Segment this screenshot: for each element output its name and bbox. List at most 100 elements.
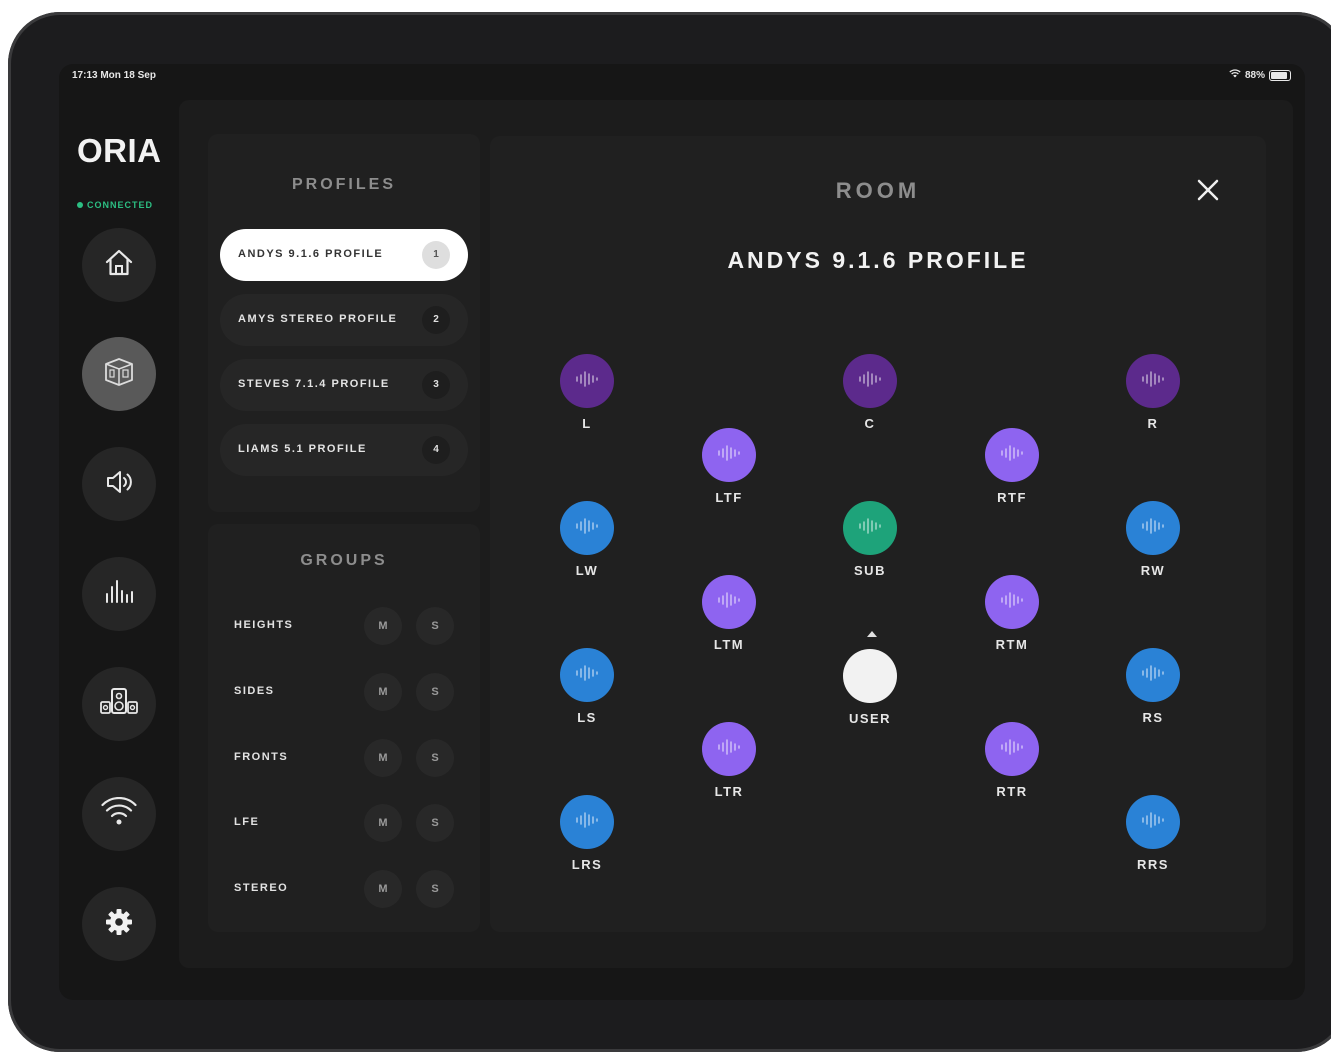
- speaker-button[interactable]: [1126, 795, 1180, 849]
- speaker-button[interactable]: [560, 795, 614, 849]
- group-row: HEIGHTS M S: [234, 606, 464, 646]
- group-solo-button[interactable]: S: [416, 804, 454, 842]
- speaker-ls[interactable]: LS: [547, 648, 627, 732]
- group-solo-button[interactable]: S: [416, 607, 454, 645]
- speaker-button[interactable]: [702, 722, 756, 776]
- speaker-button[interactable]: [560, 501, 614, 555]
- waveform-icon: [574, 810, 600, 835]
- room-profile-name: ANDYS 9.1.6 PROFILE: [727, 247, 1029, 273]
- speaker-volume-icon: [102, 465, 136, 504]
- group-name: SIDES: [234, 685, 275, 697]
- group-mute-button[interactable]: M: [364, 804, 402, 842]
- battery-icon: [1269, 69, 1291, 81]
- speaker-c[interactable]: C: [830, 354, 910, 438]
- connection-status-label: CONNECTED: [87, 200, 154, 210]
- speaker-lrs[interactable]: LRS: [547, 795, 627, 879]
- speaker-button[interactable]: [985, 575, 1039, 629]
- group-name: HEIGHTS: [234, 619, 294, 631]
- equalizer-bars-icon: [102, 575, 136, 614]
- speaker-rw[interactable]: RW: [1113, 501, 1193, 585]
- speaker-rs[interactable]: RS: [1113, 648, 1193, 732]
- profile-number-badge: 3: [422, 371, 450, 399]
- group-name: LFE: [234, 816, 260, 828]
- group-mute-button[interactable]: M: [364, 607, 402, 645]
- speaker-ltr[interactable]: LTR: [689, 722, 769, 806]
- group-mute-button[interactable]: M: [364, 673, 402, 711]
- group-name: STEREO: [234, 882, 289, 894]
- speaker-label: LW: [575, 563, 599, 578]
- speaker-button[interactable]: [843, 354, 897, 408]
- profile-item[interactable]: ANDYS 9.1.6 PROFILE 1: [220, 229, 468, 281]
- speaker-label: LRS: [571, 857, 603, 872]
- speaker-button[interactable]: [843, 501, 897, 555]
- speaker-button[interactable]: [702, 575, 756, 629]
- nav-room-button[interactable]: [82, 337, 156, 411]
- battery-percent: 88%: [1244, 69, 1265, 81]
- close-button[interactable]: [1192, 174, 1224, 206]
- user-direction-caret: [867, 631, 877, 637]
- nav-home-button[interactable]: [82, 228, 156, 302]
- profile-item[interactable]: LIAMS 5.1 PROFILE 4: [220, 424, 468, 476]
- speaker-button[interactable]: [560, 648, 614, 702]
- room-cube-icon: [102, 355, 136, 394]
- speaker-ltf[interactable]: LTF: [689, 428, 769, 512]
- group-solo-button[interactable]: S: [416, 870, 454, 908]
- speaker-l[interactable]: L: [547, 354, 627, 438]
- speaker-label: RW: [1140, 563, 1166, 578]
- speaker-r[interactable]: R: [1113, 354, 1193, 438]
- group-solo-button[interactable]: S: [416, 673, 454, 711]
- nav-settings-button[interactable]: [82, 887, 156, 961]
- speaker-button[interactable]: [1126, 354, 1180, 408]
- speaker-label: RS: [1142, 710, 1164, 725]
- sidebar-nav: ORIA CONNECTED: [59, 90, 179, 1000]
- nav-wifi-button[interactable]: [82, 777, 156, 851]
- profile-number-badge: 1: [422, 241, 450, 269]
- speaker-button[interactable]: [985, 428, 1039, 482]
- home-icon: [102, 246, 136, 285]
- speaker-rtf[interactable]: RTF: [972, 428, 1052, 512]
- profile-item[interactable]: STEVES 7.1.4 PROFILE 3: [220, 359, 468, 411]
- waveform-icon: [716, 590, 742, 615]
- waveform-icon: [716, 737, 742, 762]
- speaker-label: LS: [577, 710, 597, 725]
- waveform-icon: [1140, 369, 1166, 394]
- nav-eq-button[interactable]: [82, 557, 156, 631]
- speaker-sub[interactable]: SUB: [830, 501, 910, 585]
- speakers-icon: [99, 685, 139, 724]
- speaker-rtm[interactable]: RTM: [972, 575, 1052, 659]
- group-solo-button[interactable]: S: [416, 739, 454, 777]
- group-row: SIDES M S: [234, 672, 464, 712]
- connection-status: CONNECTED: [77, 200, 153, 210]
- speaker-rrs[interactable]: RRS: [1113, 795, 1193, 879]
- waveform-icon: [716, 443, 742, 468]
- waveform-icon: [574, 663, 600, 688]
- groups-title: GROUPS: [300, 552, 388, 569]
- speaker-label: RTF: [997, 490, 1027, 505]
- user-position-marker[interactable]: [843, 649, 897, 703]
- group-row: STEREO M S: [234, 869, 464, 909]
- speaker-button[interactable]: [702, 428, 756, 482]
- speaker-user[interactable]: USER: [830, 649, 910, 733]
- speaker-label: LTR: [714, 784, 744, 799]
- speaker-button[interactable]: [560, 354, 614, 408]
- speaker-button[interactable]: [1126, 501, 1180, 555]
- nav-volume-button[interactable]: [82, 447, 156, 521]
- waveform-icon: [574, 369, 600, 394]
- speaker-rtr[interactable]: RTR: [972, 722, 1052, 806]
- profile-item[interactable]: AMYS STEREO PROFILE 2: [220, 294, 468, 346]
- app-logo: ORIA: [77, 132, 162, 169]
- waveform-icon: [857, 516, 883, 541]
- speaker-ltm[interactable]: LTM: [689, 575, 769, 659]
- waveform-icon: [1140, 663, 1166, 688]
- speaker-lw[interactable]: LW: [547, 501, 627, 585]
- profile-name: LIAMS 5.1 PROFILE: [238, 443, 367, 455]
- group-mute-button[interactable]: M: [364, 870, 402, 908]
- nav-speakers-button[interactable]: [82, 667, 156, 741]
- profiles-panel: PROFILES ANDYS 9.1.6 PROFILE 1 AMYS STEREO…: [208, 134, 480, 512]
- waveform-icon: [999, 443, 1025, 468]
- gear-icon: [104, 907, 134, 942]
- group-mute-button[interactable]: M: [364, 739, 402, 777]
- speaker-button[interactable]: [985, 722, 1039, 776]
- speaker-button[interactable]: [1126, 648, 1180, 702]
- status-bar: 17:13 Mon 18 Sep 88%: [59, 64, 1305, 90]
